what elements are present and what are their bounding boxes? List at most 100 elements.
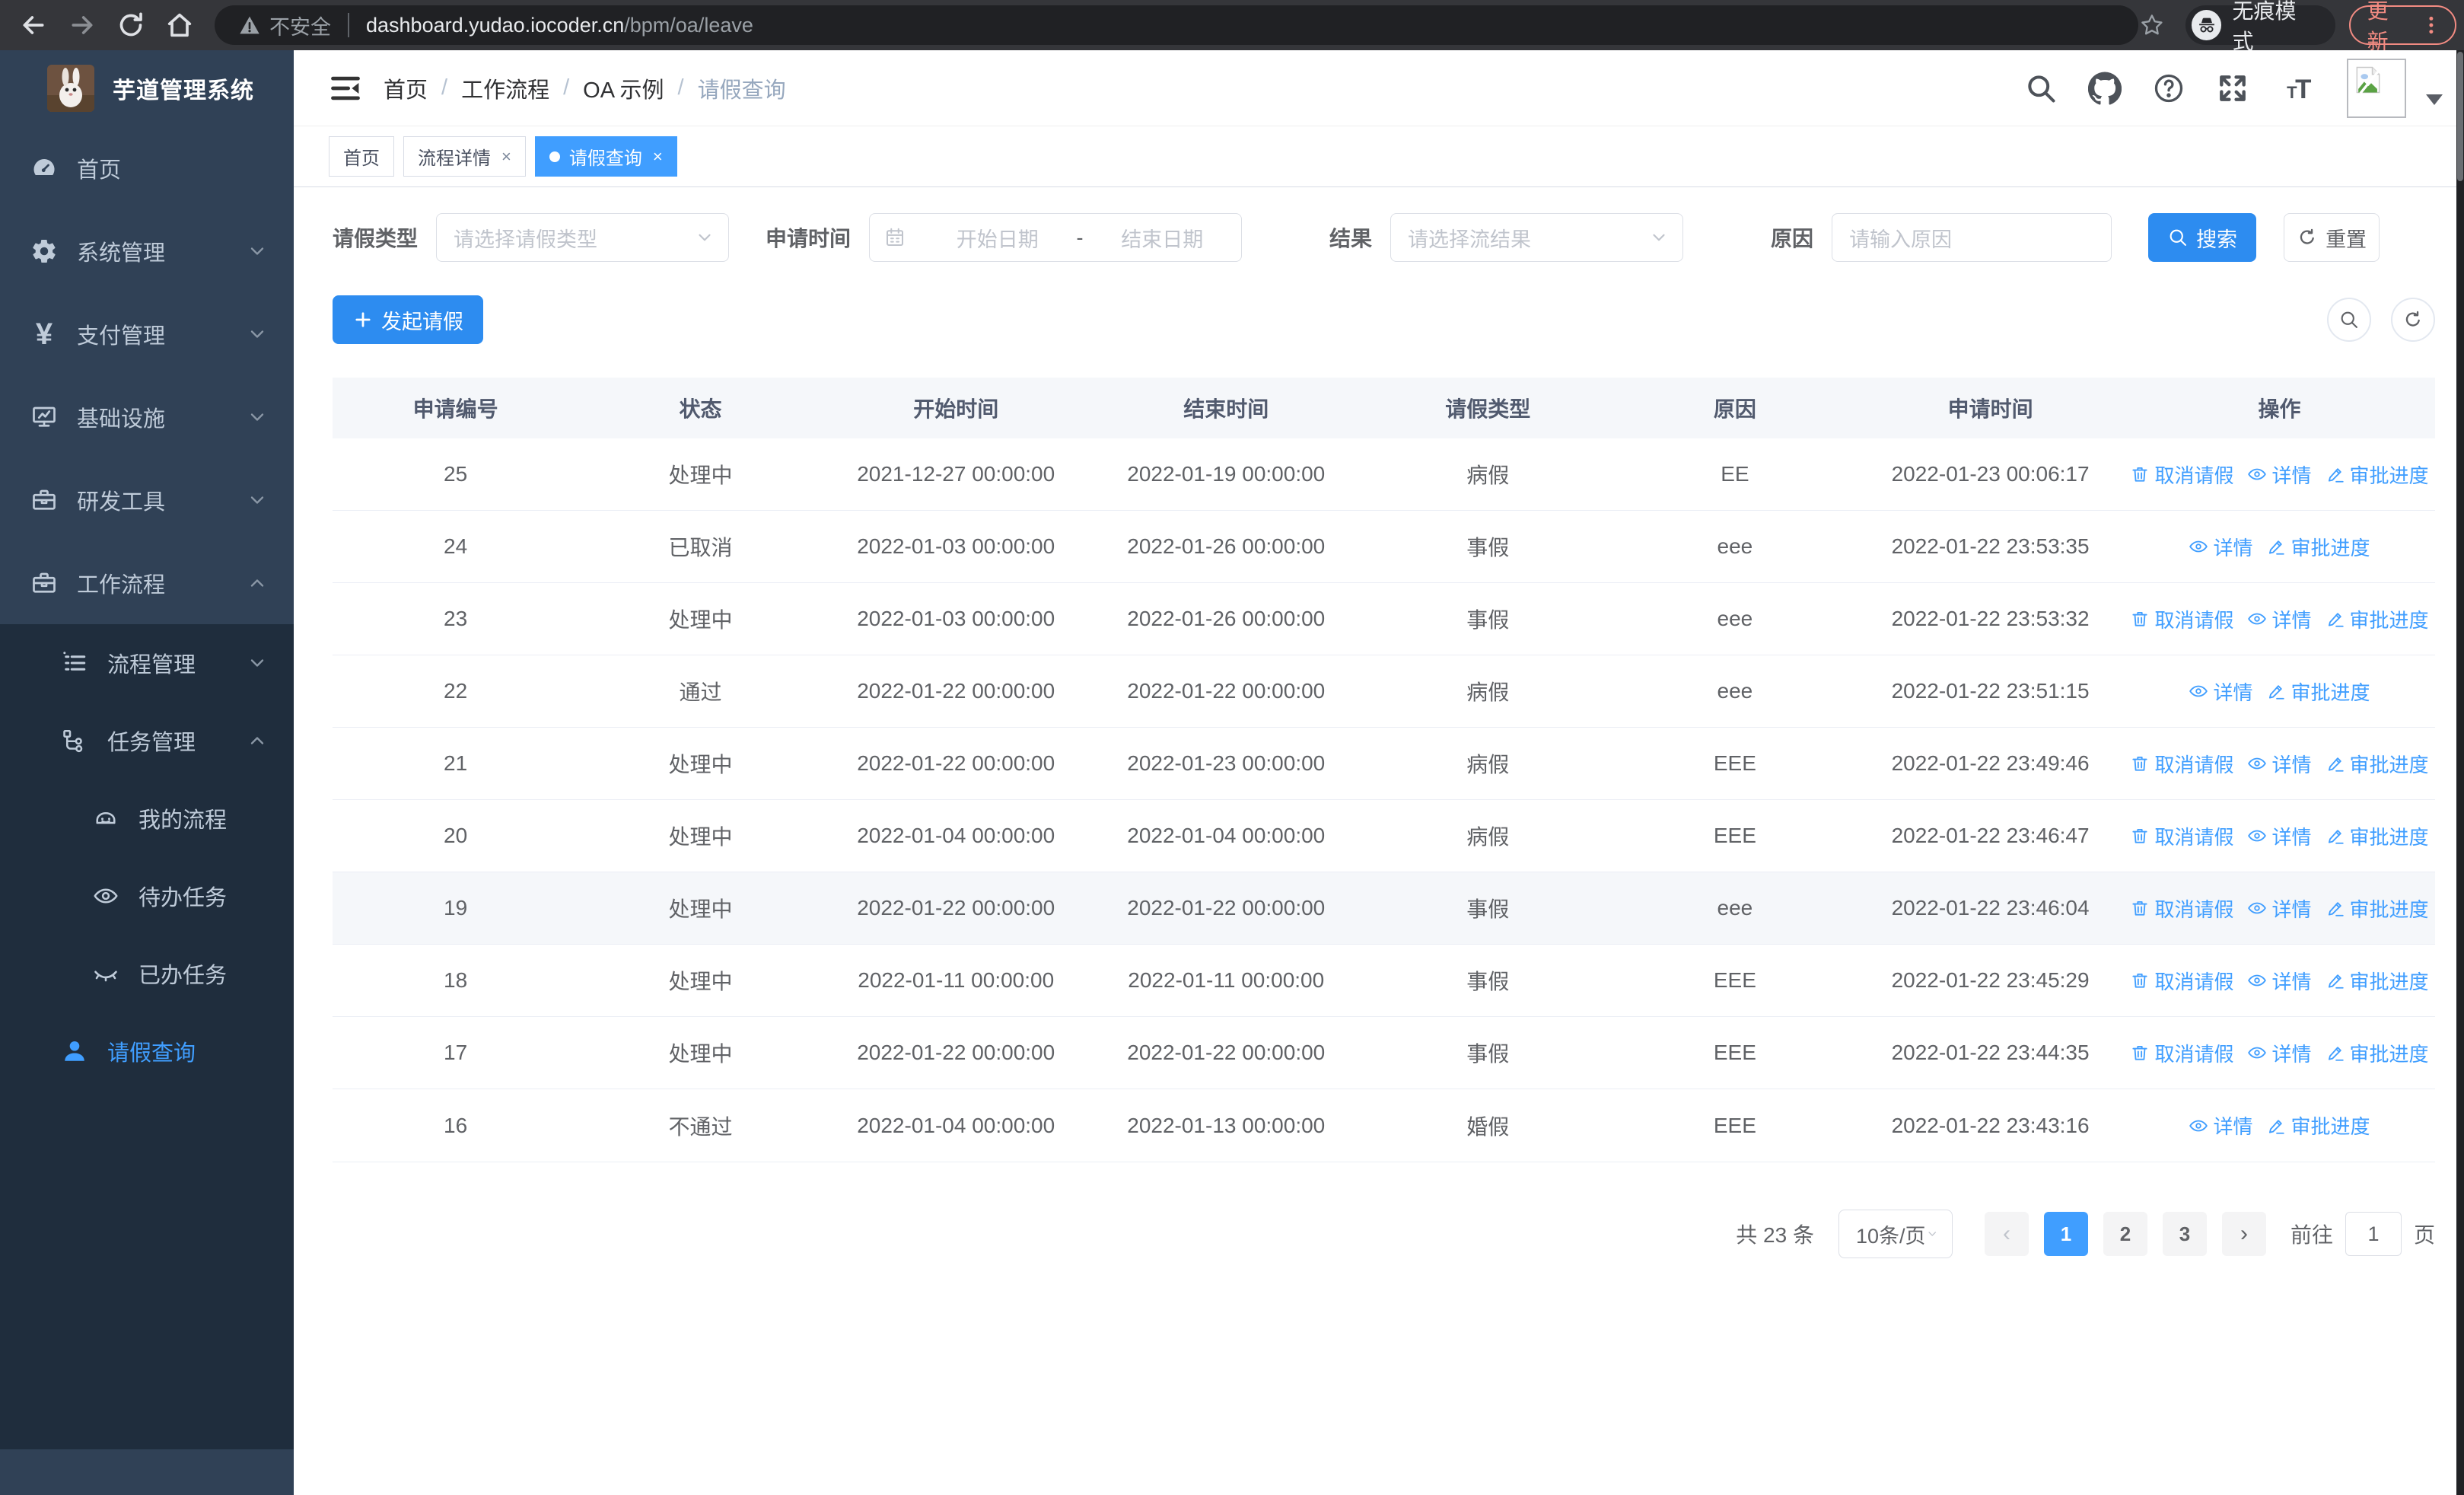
cell-id: 23 [444,607,468,630]
action-label: 详情 [2271,825,2312,849]
table-row: 25 处理中 2021-12-27 00:00:00 2022-01-19 00:00… [333,438,2435,511]
sidebar-item-1[interactable]: 首页 [0,126,294,209]
sidebar-item-label: 任务管理 [107,731,196,755]
detail-action-link[interactable]: 详情 [2247,967,2312,995]
bookmark-star-icon[interactable] [2138,11,2166,39]
back-icon[interactable] [18,10,49,40]
tab-3[interactable]: 请假查询 × [534,136,677,177]
progress-action-link[interactable]: 审批进度 [2326,605,2429,633]
apply-time-range-picker[interactable]: 开始日期 - 结束日期 [869,213,1243,262]
tab-close-icon[interactable]: × [501,147,511,167]
progress-action-link[interactable]: 审批进度 [2266,533,2370,561]
trash-icon [2130,609,2150,629]
sidebar-item-6[interactable]: 工作流程 [0,541,294,624]
avatar[interactable] [2347,58,2406,118]
detail-action-link[interactable]: 详情 [2189,533,2252,561]
tab-1[interactable]: 首页 [329,136,394,177]
cell-id: 16 [444,1113,468,1137]
cell-actions: 取消请假 详情 审批进度 [2124,967,2435,995]
refresh-table-button[interactable] [2391,298,2435,342]
sidebar-item-12[interactable]: 请假查询 [0,1012,294,1090]
progress-action-link[interactable]: 审批进度 [2326,967,2429,995]
breadcrumb-item[interactable]: 首页 [384,72,428,104]
search-icon[interactable] [2024,72,2058,105]
sidebar-item-7[interactable]: 流程管理 [0,624,294,702]
help-icon[interactable] [2152,72,2185,105]
progress-action-link[interactable]: 审批进度 [2266,1111,2370,1140]
create-leave-button[interactable]: 发起请假 [333,295,483,344]
sidebar-item-5[interactable]: 研发工具 [0,458,294,541]
browser-menu-icon[interactable] [2420,12,2443,38]
leave-type-select[interactable]: 请选择请假类型 [436,213,730,262]
navbar: 首页 / 工作流程 / OA 示例 / 请假查询 TT [294,50,2464,126]
page-button-3[interactable]: 3 [2162,1212,2207,1256]
sidebar-collapse-icon[interactable] [329,72,362,105]
reason-input[interactable]: 请输入原因 [1832,213,2112,262]
progress-action-link[interactable]: 审批进度 [2326,822,2429,850]
detail-action-link[interactable]: 详情 [2189,677,2252,706]
security-warning-icon[interactable] [237,13,262,37]
avatar-caret-icon[interactable] [2426,94,2443,105]
toggle-search-button[interactable] [2327,298,2371,342]
cancel-action-link[interactable]: 取消请假 [2130,822,2233,850]
detail-action-link[interactable]: 详情 [2247,461,2312,489]
page-size-select[interactable]: 10条/页 [1838,1210,1953,1258]
url-bar[interactable]: 不安全 dashboard.yudao.iocoder.cn/bpm/oa/le… [215,5,2138,45]
cell-end: 2022-01-22 00:00:00 [1127,896,1326,920]
sidebar-item-2[interactable]: 系统管理 [0,209,294,292]
cancel-action-link[interactable]: 取消请假 [2130,967,2233,995]
forward-icon[interactable] [67,10,97,40]
progress-action-link[interactable]: 审批进度 [2326,1039,2429,1067]
next-page-button[interactable]: › [2221,1212,2266,1256]
cell-status: 处理中 [668,1042,733,1066]
action-label: 详情 [2213,681,2253,704]
cancel-action-link[interactable]: 取消请假 [2130,1039,2233,1067]
detail-action-link[interactable]: 详情 [2247,894,2312,923]
sidebar-item-4[interactable]: 基础设施 [0,375,294,458]
detail-action-link[interactable]: 详情 [2247,822,2312,850]
page-button-1[interactable]: 1 [2043,1212,2088,1256]
home-icon[interactable] [164,10,195,40]
progress-action-link[interactable]: 审批进度 [2326,461,2429,489]
detail-action-link[interactable]: 详情 [2247,750,2312,778]
search-button[interactable]: 搜索 [2148,213,2257,262]
fullscreen-icon[interactable] [2216,72,2249,105]
tab-close-icon[interactable]: × [653,147,663,167]
update-button[interactable]: 更新 [2348,0,2457,53]
detail-action-link[interactable]: 详情 [2247,605,2312,633]
page-button-2[interactable]: 2 [2103,1212,2147,1256]
sidebar-item-3[interactable]: ¥ 支付管理 [0,292,294,375]
breadcrumb-item[interactable]: 工作流程 [461,72,549,104]
cancel-action-link[interactable]: 取消请假 [2130,605,2233,633]
incognito-icon [2191,10,2222,40]
progress-action-link[interactable]: 审批进度 [2266,677,2370,706]
cell-status: 已取消 [668,536,733,559]
sidebar-item-11[interactable]: 已办任务 [0,935,294,1012]
scrollbar-thumb[interactable] [2457,52,2463,181]
logo-row[interactable]: 芋道管理系统 [0,50,294,126]
progress-action-link[interactable]: 审批进度 [2326,750,2429,778]
cell-actions: 取消请假 详情 审批进度 [2124,605,2435,633]
font-size-icon[interactable]: TT [2280,72,2313,105]
breadcrumb-item[interactable]: OA 示例 [583,72,664,104]
goto-page-input[interactable]: 1 [2345,1212,2402,1256]
sidebar-item-label: 请假查询 [107,1041,196,1066]
cancel-action-link[interactable]: 取消请假 [2130,894,2233,923]
cell-actions: 取消请假 详情 审批进度 [2124,1039,2435,1067]
detail-action-link[interactable]: 详情 [2189,1111,2252,1140]
sidebar-item-10[interactable]: 待办任务 [0,857,294,935]
sidebar-item-8[interactable]: 任务管理 [0,702,294,779]
cancel-action-link[interactable]: 取消请假 [2130,750,2233,778]
github-icon[interactable] [2087,72,2122,105]
progress-action-link[interactable]: 审批进度 [2326,894,2429,923]
reload-icon[interactable] [116,10,146,40]
cancel-action-link[interactable]: 取消请假 [2130,461,2233,489]
sidebar-item-9[interactable]: 我的流程 [0,779,294,857]
tab-2[interactable]: 流程详情 × [403,136,526,177]
result-select[interactable]: 请选择流结果 [1390,213,1684,262]
circle-search-icon [2338,309,2360,330]
detail-action-link[interactable]: 详情 [2247,1039,2312,1067]
reset-button[interactable]: 重置 [2284,213,2380,262]
prev-page-button[interactable]: ‹ [1984,1212,2029,1256]
browser-scrollbar[interactable] [2456,50,2464,1495]
